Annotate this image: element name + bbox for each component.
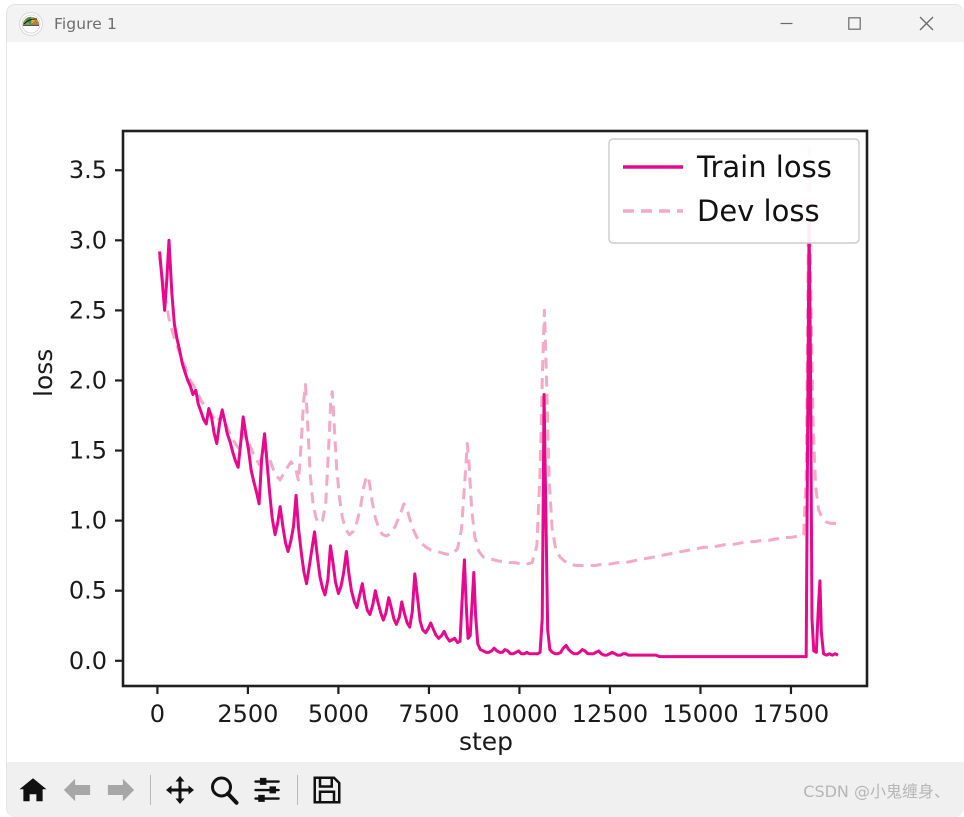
svg-text:3.0: 3.0 xyxy=(69,226,107,254)
home-button[interactable] xyxy=(11,768,55,812)
svg-text:2500: 2500 xyxy=(217,700,278,728)
save-button[interactable] xyxy=(305,768,349,812)
svg-text:0.5: 0.5 xyxy=(69,577,107,605)
svg-text:0.0: 0.0 xyxy=(69,647,107,675)
minimize-icon xyxy=(780,22,792,25)
svg-text:17500: 17500 xyxy=(753,700,829,728)
navigation-toolbar: CSDN @小鬼缠身、 xyxy=(6,762,964,817)
window-title: Figure 1 xyxy=(54,14,117,33)
maximize-icon xyxy=(847,17,861,30)
svg-text:15000: 15000 xyxy=(662,700,738,728)
svg-text:2.5: 2.5 xyxy=(69,296,107,324)
zoom-button[interactable] xyxy=(202,768,246,812)
svg-text:10000: 10000 xyxy=(481,700,557,728)
watermark-text: CSDN @小鬼缠身、 xyxy=(803,781,950,801)
svg-text:3.5: 3.5 xyxy=(69,156,107,184)
svg-text:Train loss: Train loss xyxy=(696,150,832,184)
svg-text:1.5: 1.5 xyxy=(69,437,107,465)
sliders-icon xyxy=(254,777,280,802)
configure-subplots-button[interactable] xyxy=(246,768,290,812)
pan-button[interactable] xyxy=(158,768,202,812)
floppy-disk-icon xyxy=(313,776,341,803)
svg-text:1.0: 1.0 xyxy=(69,507,107,535)
back-button[interactable] xyxy=(55,768,99,812)
close-icon xyxy=(919,16,933,31)
svg-text:5000: 5000 xyxy=(308,700,369,728)
matplotlib-icon xyxy=(19,11,43,36)
left-arrow-icon xyxy=(63,778,91,801)
figure-canvas[interactable]: 0 2500 5000 7500 10000 12500 15000 17500 0.0 0.5 1… xyxy=(6,42,964,762)
move-icon xyxy=(166,775,194,804)
figure-window: Figure 1 0 2500 5000 7500 10000 12500 15000 175… xyxy=(0,0,964,817)
title-bar: Figure 1 xyxy=(6,4,964,42)
toolbar-separator xyxy=(297,774,298,805)
y-axis-label: loss xyxy=(29,348,58,397)
svg-text:Dev loss: Dev loss xyxy=(697,194,820,228)
minimize-button[interactable] xyxy=(754,5,818,42)
svg-text:2.0: 2.0 xyxy=(69,366,107,394)
loss-curve-chart: 0 2500 5000 7500 10000 12500 15000 17500 0.0 0.5 1… xyxy=(69,129,869,728)
svg-text:7500: 7500 xyxy=(398,700,459,728)
close-button[interactable] xyxy=(894,5,958,42)
home-icon xyxy=(19,777,47,801)
chart-legend: Train loss Dev loss xyxy=(608,138,860,244)
forward-button[interactable] xyxy=(99,768,143,812)
x-axis-label: step xyxy=(458,727,514,756)
svg-text:0: 0 xyxy=(150,700,165,728)
maximize-button[interactable] xyxy=(822,5,886,42)
right-arrow-icon xyxy=(107,778,135,801)
magnifier-icon xyxy=(211,776,239,805)
toolbar-separator xyxy=(150,774,151,805)
svg-text:12500: 12500 xyxy=(572,700,648,728)
